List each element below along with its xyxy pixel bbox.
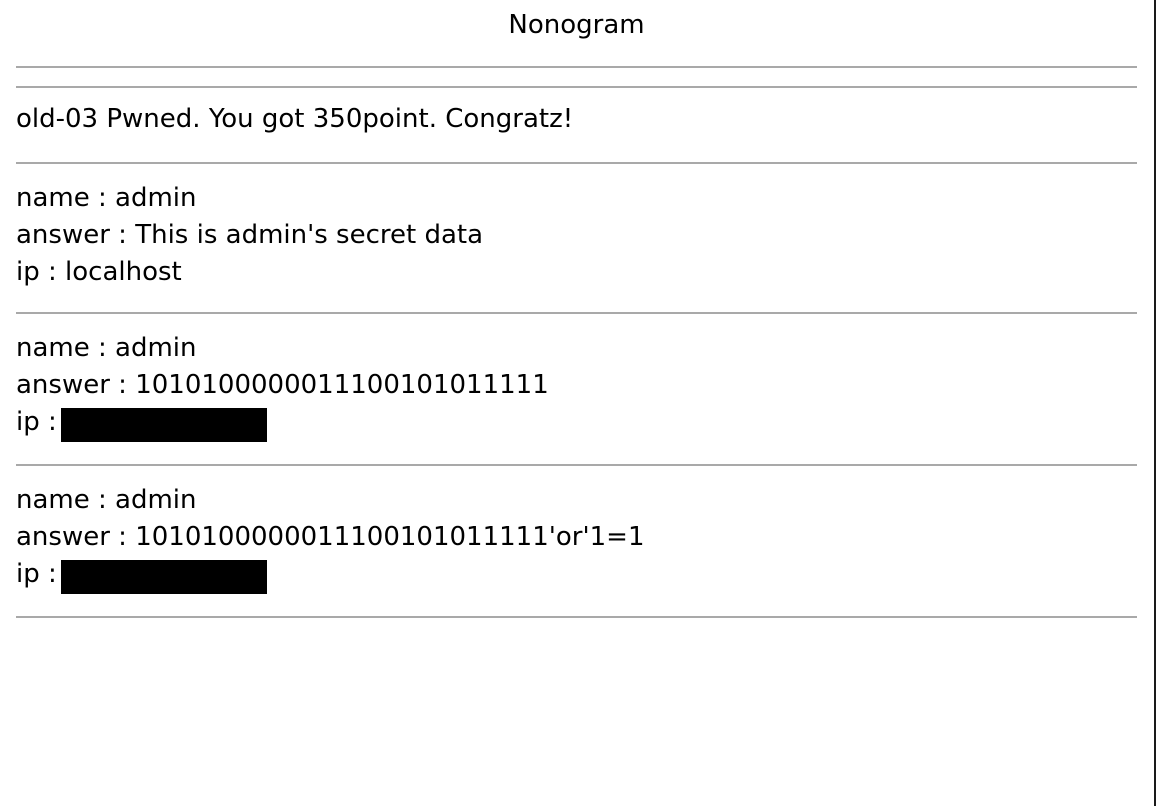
ip-label: ip :	[16, 257, 66, 287]
answer-row: answer : This is admin's secret data	[16, 217, 1137, 254]
answer-value: This is admin's secret data	[135, 220, 484, 250]
answer-label: answer :	[16, 522, 136, 552]
ip-label: ip :	[16, 407, 66, 437]
answer-label: answer :	[16, 370, 136, 400]
record-entry: name : admin answer : This is admin's se…	[16, 164, 1137, 312]
answer-row: answer : 1010100000011100101011111	[16, 367, 1137, 404]
name-row: name : admin	[16, 330, 1137, 367]
ip-label: ip :	[16, 559, 66, 589]
name-row: name : admin	[16, 482, 1137, 519]
page-content: Nonogram old-03 Pwned. You got 350point.…	[16, 0, 1137, 618]
separator	[16, 616, 1137, 618]
record-entry: name : admin answer : 101010000001110010…	[16, 466, 1137, 616]
answer-row: answer : 1010100000011100101011111'or'1=…	[16, 519, 1137, 556]
ip-row: ip :	[16, 556, 1137, 594]
answer-label: answer :	[16, 220, 136, 250]
record-entry: name : admin answer : 101010000001110010…	[16, 314, 1137, 464]
ip-row: ip : localhost	[16, 254, 1137, 291]
redaction-box	[61, 407, 268, 442]
answer-value: 1010100000011100101011111'or'1=1	[135, 522, 645, 552]
ip-row: ip :	[16, 404, 1137, 442]
name-label: name :	[16, 183, 116, 213]
answer-value: 1010100000011100101011111	[135, 370, 549, 400]
redaction-box	[61, 559, 268, 594]
status-message: old-03 Pwned. You got 350point. Congratz…	[16, 104, 574, 134]
ip-value: localhost	[65, 257, 182, 287]
page-title: Nonogram	[508, 10, 645, 40]
name-value: admin	[115, 485, 197, 515]
name-label: name :	[16, 485, 116, 515]
name-value: admin	[115, 333, 197, 363]
name-value: admin	[115, 183, 197, 213]
empty-section	[16, 68, 1137, 86]
name-row: name : admin	[16, 180, 1137, 217]
name-label: name :	[16, 333, 116, 363]
